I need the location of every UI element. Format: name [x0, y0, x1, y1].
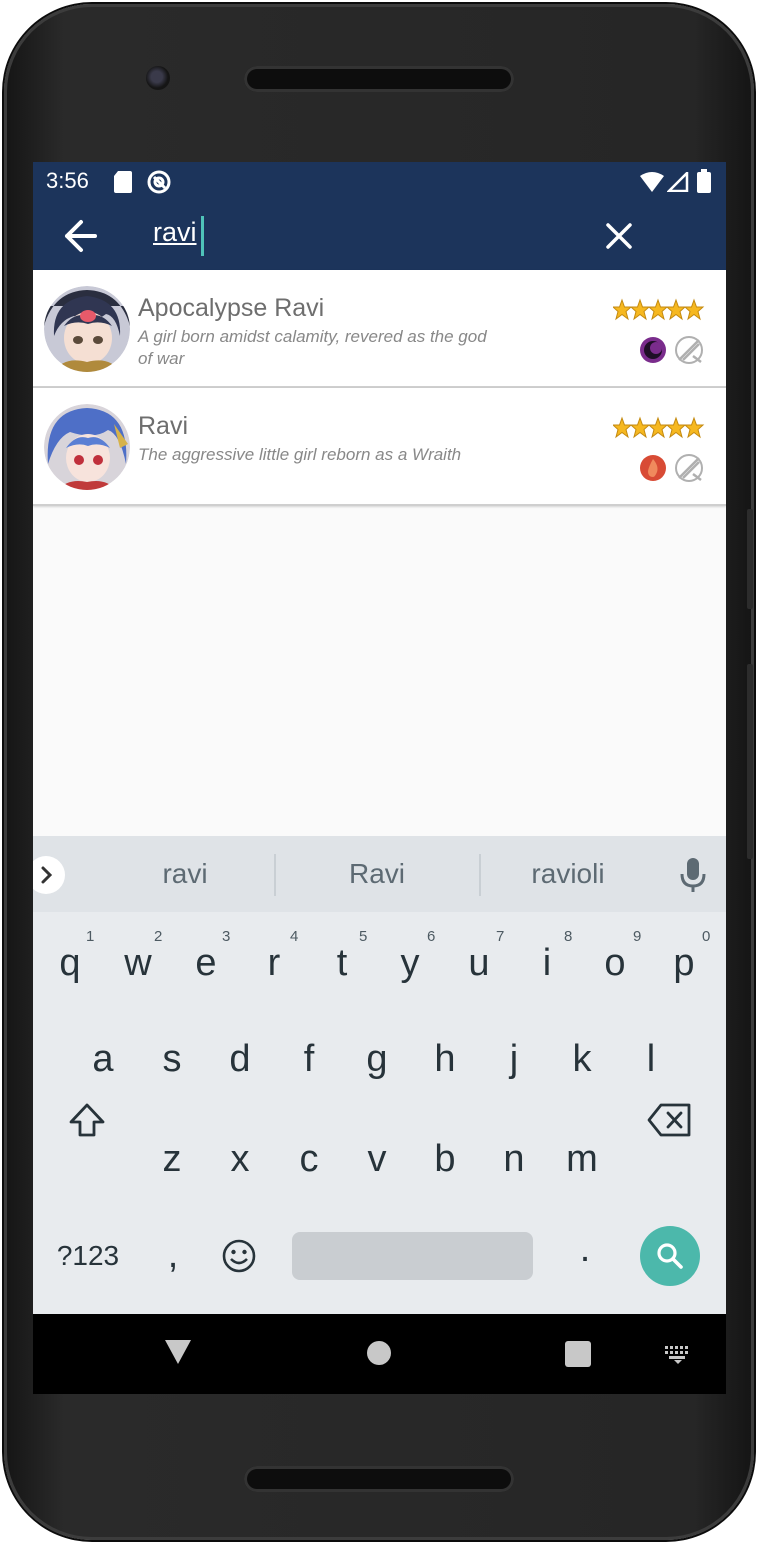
- key-u[interactable]: u: [449, 942, 509, 985]
- front-camera: [146, 66, 170, 90]
- status-bar: 3:56: [33, 162, 726, 202]
- top-speaker: [244, 66, 514, 92]
- key-h[interactable]: h: [415, 1038, 475, 1081]
- comma-key[interactable]: ,: [143, 1234, 203, 1277]
- key-hint: 3: [222, 928, 231, 945]
- search-app-bar: ravi: [33, 202, 726, 270]
- volume-button: [747, 509, 753, 609]
- space-bar[interactable]: [292, 1232, 533, 1280]
- suggestion-divider: [274, 854, 276, 896]
- mic-icon[interactable]: [678, 856, 708, 894]
- key-w[interactable]: w: [108, 942, 168, 985]
- backspace-icon[interactable]: [647, 1102, 693, 1138]
- avatar: [44, 286, 130, 372]
- key-b[interactable]: b: [415, 1138, 475, 1181]
- chevron-right-icon[interactable]: [33, 856, 65, 894]
- result-description: The aggressive little girl reborn as a W…: [138, 445, 462, 464]
- search-icon: [657, 1243, 683, 1269]
- signal-icon: [667, 172, 689, 192]
- key-hint: 9: [633, 928, 642, 945]
- key-x[interactable]: x: [210, 1138, 270, 1181]
- key-i[interactable]: i: [517, 942, 577, 985]
- key-s[interactable]: s: [142, 1038, 202, 1081]
- avatar: [44, 404, 130, 490]
- list-item[interactable]: Apocalypse Ravi A girl born amidst calam…: [33, 270, 726, 388]
- recents-square-icon[interactable]: [565, 1341, 591, 1367]
- key-hint: 7: [496, 928, 505, 945]
- fire-element-icon: [640, 455, 666, 481]
- suggestion-1[interactable]: ravi: [133, 858, 237, 890]
- key-c[interactable]: c: [279, 1138, 339, 1181]
- power-button: [747, 664, 753, 859]
- shift-icon[interactable]: [67, 1100, 107, 1140]
- home-circle-icon[interactable]: [366, 1340, 392, 1366]
- warrior-class-icon: [675, 454, 703, 482]
- result-name: Apocalypse Ravi: [138, 294, 325, 322]
- key-f[interactable]: f: [279, 1038, 339, 1081]
- back-arrow-icon[interactable]: [61, 218, 101, 254]
- key-y[interactable]: y: [380, 942, 440, 985]
- text-cursor: [201, 216, 204, 256]
- key-a[interactable]: a: [73, 1038, 133, 1081]
- key-hint: 1: [86, 928, 95, 945]
- star-rating: [613, 416, 705, 439]
- key-k[interactable]: k: [552, 1038, 612, 1081]
- key-n[interactable]: n: [484, 1138, 544, 1181]
- key-m[interactable]: m: [552, 1138, 612, 1181]
- status-time: 3:56: [46, 168, 89, 193]
- key-hint: 4: [290, 928, 299, 945]
- key-r[interactable]: r: [244, 942, 304, 985]
- symbols-key[interactable]: ?123: [53, 1240, 123, 1272]
- suggestion-3[interactable]: ravioli: [503, 858, 633, 890]
- sd-card-icon: [114, 171, 132, 193]
- key-z[interactable]: z: [142, 1138, 202, 1181]
- key-hint: 8: [564, 928, 573, 945]
- sync-icon: [147, 170, 171, 194]
- key-d[interactable]: d: [210, 1038, 270, 1081]
- list-item[interactable]: Ravi The aggressive little girl reborn a…: [33, 388, 726, 506]
- key-o[interactable]: o: [585, 942, 645, 985]
- screen: 3:56 ravi Apocalypse Ravi A girl born am…: [33, 162, 726, 1394]
- soft-keyboard: ravi Ravi ravioli q w e r t y u i o p 1 …: [33, 836, 726, 1314]
- key-g[interactable]: g: [347, 1038, 407, 1081]
- key-e[interactable]: e: [176, 942, 236, 985]
- key-l[interactable]: l: [621, 1038, 681, 1081]
- navigation-bar: [33, 1314, 726, 1394]
- key-p[interactable]: p: [654, 942, 714, 985]
- key-q[interactable]: q: [40, 942, 100, 985]
- key-hint: 6: [427, 928, 436, 945]
- key-hint: 5: [359, 928, 368, 945]
- key-hint: 0: [702, 928, 711, 945]
- result-description: A girl born amidst calamity, revered as …: [138, 327, 487, 368]
- clear-search-icon[interactable]: [603, 220, 635, 252]
- search-input[interactable]: ravi: [153, 217, 197, 248]
- warrior-class-icon: [675, 336, 703, 364]
- key-v[interactable]: v: [347, 1138, 407, 1181]
- key-t[interactable]: t: [312, 942, 372, 985]
- suggestion-bar: ravi Ravi ravioli: [33, 836, 726, 912]
- result-name: Ravi: [138, 412, 189, 440]
- back-triangle-icon[interactable]: [163, 1338, 193, 1366]
- key-j[interactable]: j: [484, 1038, 544, 1081]
- battery-icon: [697, 169, 711, 193]
- key-hint: 2: [154, 928, 163, 945]
- suggestion-divider: [479, 854, 481, 896]
- search-key[interactable]: [640, 1226, 700, 1286]
- wifi-icon: [640, 172, 664, 192]
- dark-element-icon: [640, 337, 666, 363]
- keyboard-switch-icon[interactable]: [665, 1346, 691, 1364]
- period-key[interactable]: .: [555, 1228, 615, 1271]
- emoji-icon[interactable]: [221, 1238, 257, 1274]
- star-rating: [613, 298, 705, 321]
- bottom-speaker: [244, 1466, 514, 1492]
- suggestion-2[interactable]: Ravi: [325, 858, 429, 890]
